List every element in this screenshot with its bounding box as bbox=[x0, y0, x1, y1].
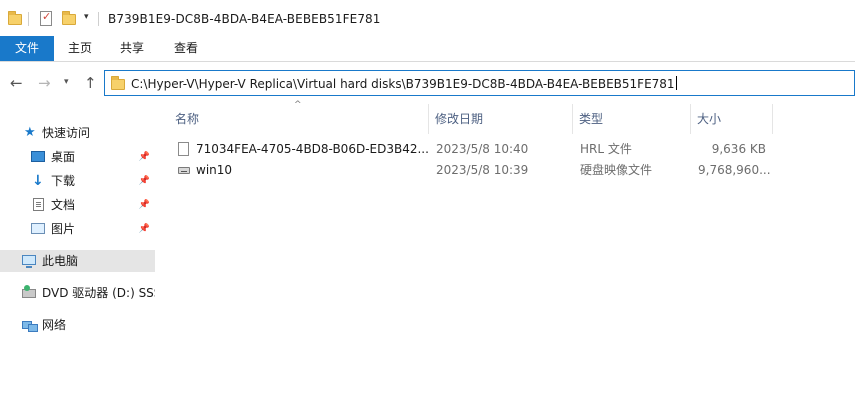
sidebar-item-label: DVD 驱动器 (D:) SSS bbox=[42, 286, 155, 300]
file-type: 硬盘映像文件 bbox=[580, 163, 653, 177]
pin-icon[interactable]: 📌 bbox=[139, 194, 150, 216]
sidebar-item-label: 快速访问 bbox=[42, 126, 91, 140]
pin-icon[interactable]: 📌 bbox=[139, 146, 150, 168]
title-bar: ▾ B739B1E9-DC8B-4BDA-B4EA-BEBEB51FE781 bbox=[0, 0, 855, 38]
documents-icon bbox=[33, 198, 44, 211]
star-icon: ★ bbox=[24, 125, 36, 140]
file-name: 71034FEA-4705-4BD8-B06D-ED3B42... bbox=[196, 142, 429, 156]
column-header-modified[interactable]: 修改日期 bbox=[429, 104, 571, 134]
file-size: 9,768,960... bbox=[698, 163, 771, 177]
sidebar-item-documents[interactable]: 文档 📌 bbox=[0, 194, 155, 216]
this-pc-icon bbox=[22, 255, 36, 268]
tab-home[interactable]: 主页 bbox=[60, 36, 100, 61]
file-size: 9,636 KB bbox=[711, 142, 766, 156]
desktop-icon bbox=[31, 151, 45, 162]
sidebar-item-label: 图片 bbox=[51, 222, 76, 236]
network-icon bbox=[22, 319, 38, 332]
navigation-bar: ← → ▾ ↑ C:\Hyper-V\Hyper-V Replica\Virtu… bbox=[0, 62, 855, 104]
file-name: win10 bbox=[196, 163, 233, 177]
file-modified: 2023/5/8 10:39 bbox=[436, 163, 529, 177]
up-arrow-icon[interactable]: ↑ bbox=[84, 74, 97, 92]
column-header-name[interactable]: 名称 bbox=[169, 104, 425, 134]
download-icon: ↓ bbox=[32, 173, 44, 189]
pin-icon[interactable]: 📌 bbox=[139, 218, 150, 240]
folder-icon bbox=[111, 76, 127, 90]
pin-icon[interactable]: 📌 bbox=[139, 170, 150, 192]
navigation-pane: ★ 快速访问 桌面 📌 ↓ 下载 📌 文档 📌 图片 📌 此电脑 DVD 驱动器… bbox=[0, 104, 155, 401]
tab-file[interactable]: 文件 bbox=[0, 36, 54, 61]
back-arrow-icon[interactable]: ← bbox=[10, 74, 23, 92]
address-bar[interactable]: C:\Hyper-V\Hyper-V Replica\Virtual hard … bbox=[104, 70, 855, 96]
sidebar-item-dvd-drive[interactable]: DVD 驱动器 (D:) SSS bbox=[0, 282, 155, 304]
properties-icon[interactable] bbox=[40, 10, 56, 26]
recent-locations-chevron-icon[interactable]: ▾ bbox=[64, 77, 69, 87]
tab-view[interactable]: 查看 bbox=[166, 36, 206, 61]
column-header-type[interactable]: 类型 bbox=[573, 104, 689, 134]
table-row[interactable]: 71034FEA-4705-4BD8-B06D-ED3B42... 2023/5… bbox=[158, 139, 855, 160]
address-path[interactable]: C:\Hyper-V\Hyper-V Replica\Virtual hard … bbox=[131, 76, 677, 91]
sidebar-item-label: 网络 bbox=[42, 318, 67, 332]
title-divider bbox=[98, 12, 99, 26]
forward-arrow-icon[interactable]: → bbox=[38, 74, 51, 92]
sidebar-item-desktop[interactable]: 桌面 📌 bbox=[0, 146, 155, 168]
sidebar-item-pictures[interactable]: 图片 📌 bbox=[0, 218, 155, 240]
table-row[interactable]: win10 2023/5/8 10:39 硬盘映像文件 9,768,960... bbox=[158, 160, 855, 181]
sidebar-item-network[interactable]: 网络 bbox=[0, 314, 155, 336]
new-folder-icon[interactable] bbox=[62, 11, 78, 25]
pictures-icon bbox=[31, 223, 45, 234]
file-type: HRL 文件 bbox=[580, 142, 632, 156]
tab-share[interactable]: 共享 bbox=[112, 36, 152, 61]
column-divider[interactable] bbox=[772, 104, 773, 134]
sidebar-item-label: 此电脑 bbox=[42, 254, 79, 268]
sidebar-item-label: 桌面 bbox=[51, 150, 76, 164]
column-header-size[interactable]: 大小 bbox=[691, 104, 773, 134]
folder-icon[interactable] bbox=[8, 11, 24, 25]
quick-access-dropdown-icon[interactable]: ▾ bbox=[84, 12, 89, 22]
file-modified: 2023/5/8 10:40 bbox=[436, 142, 529, 156]
file-list: ^ 名称 修改日期 类型 大小 71034FEA-4705-4BD8-B06D-… bbox=[158, 100, 855, 401]
sidebar-item-downloads[interactable]: ↓ 下载 📌 bbox=[0, 170, 155, 192]
window-title: B739B1E9-DC8B-4BDA-B4EA-BEBEB51FE781 bbox=[108, 12, 381, 26]
ribbon-tabs: 文件 主页 共享 查看 bbox=[0, 36, 855, 62]
sidebar-item-quick-access[interactable]: ★ 快速访问 bbox=[0, 122, 155, 144]
quick-access-divider bbox=[28, 12, 29, 26]
sidebar-item-this-pc[interactable]: 此电脑 bbox=[0, 250, 155, 272]
disk-image-icon bbox=[178, 167, 190, 174]
dvd-drive-icon bbox=[22, 285, 36, 298]
file-icon bbox=[178, 142, 189, 156]
sidebar-item-label: 下载 bbox=[51, 174, 76, 188]
sidebar-item-label: 文档 bbox=[51, 198, 76, 212]
